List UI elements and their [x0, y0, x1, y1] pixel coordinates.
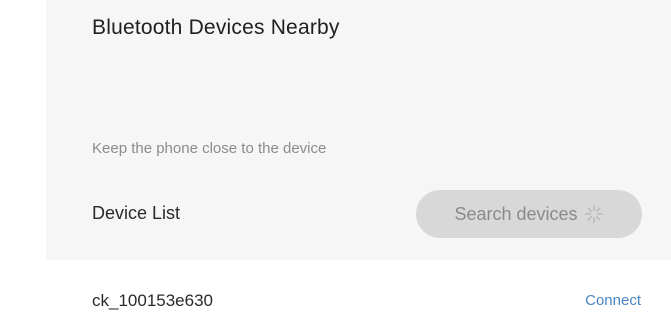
search-devices-button[interactable]: Search devices: [416, 190, 642, 238]
device-name: ck_100153e630: [92, 291, 214, 310]
connect-button[interactable]: Connect: [585, 292, 641, 309]
bluetooth-panel: Bluetooth Devices Nearby Keep the phone …: [46, 0, 671, 260]
page-title: Bluetooth Devices Nearby: [92, 16, 340, 39]
device-list-label: Device List: [92, 203, 181, 223]
loading-spinner-icon: [584, 204, 604, 224]
proximity-hint: Keep the phone close to the device: [92, 140, 327, 157]
device-row: ck_100153e630 Connect: [0, 260, 671, 324]
bluetooth-devices-screen: Bluetooth Devices Nearby Keep the phone …: [0, 0, 671, 324]
search-devices-label: Search devices: [454, 203, 578, 224]
